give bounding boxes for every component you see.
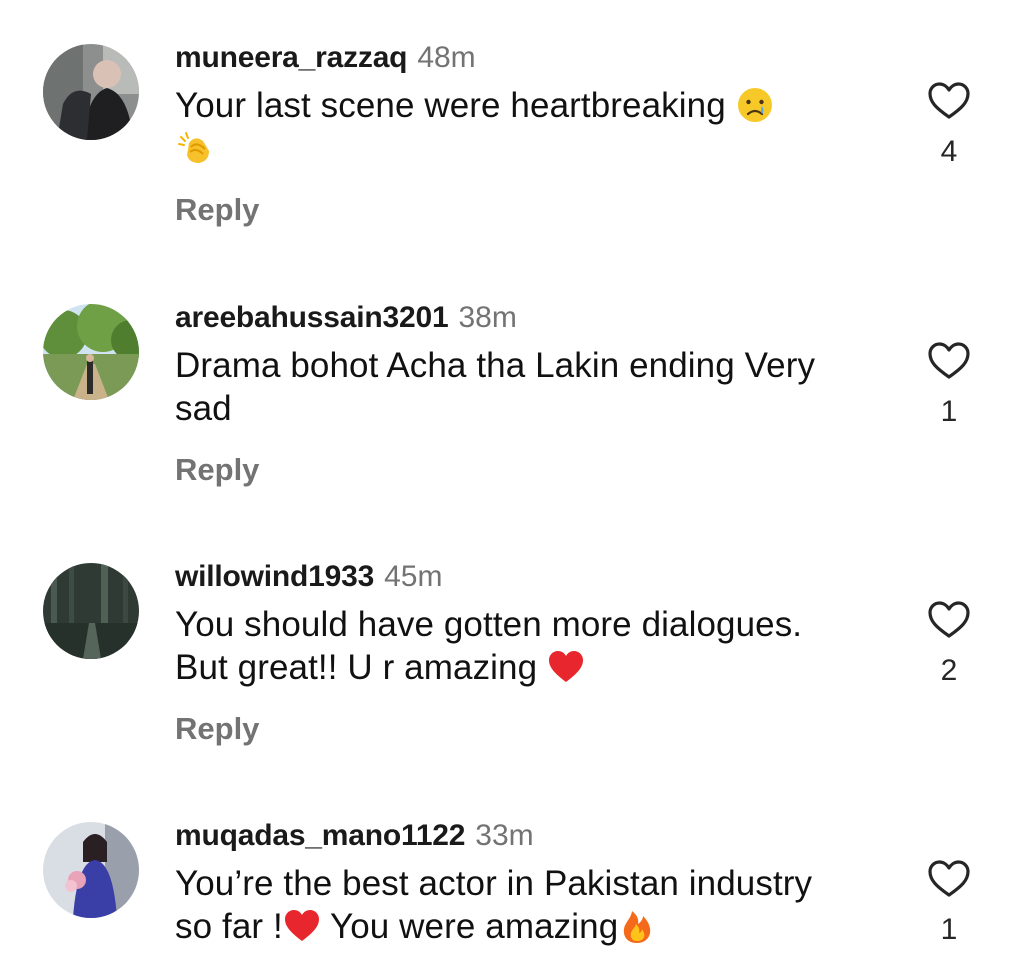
heart-icon[interactable] [926, 338, 972, 384]
like-count: 1 [940, 395, 958, 428]
timestamp: 38m [458, 301, 517, 334]
clapping-hands-emoji [175, 129, 213, 167]
like-count: 4 [940, 135, 958, 168]
like-count: 2 [940, 654, 958, 687]
comment-text: Drama bohot Acha tha Lakin ending Very s… [175, 344, 895, 430]
comment-text: You’re the best actor in Pakistan indust… [175, 862, 895, 948]
timestamp: 33m [475, 819, 534, 852]
comment-text-line: sad [175, 389, 232, 428]
comment-text-line: You should have gotten more dialogues. [175, 605, 803, 644]
comment-header: muneera_razzaq 48m [175, 38, 476, 78]
like-count: 1 [940, 913, 958, 946]
comment-text-line: But great!! U r amazing [175, 648, 548, 687]
fire-emoji [618, 907, 656, 945]
comment-text: Your last scene were heartbreaking [175, 84, 895, 170]
comment-header: areebahussain3201 38m [175, 298, 517, 338]
comment-text-line: Your last scene were heartbreaking [175, 86, 736, 125]
comment-header: willowind1933 45m [175, 557, 442, 597]
avatar[interactable] [43, 563, 139, 659]
comment-header: muqadas_mano1122 33m [175, 816, 534, 856]
heart-icon[interactable] [926, 78, 972, 124]
username[interactable]: areebahussain3201 [175, 301, 449, 334]
comment-text-line: so far ! [175, 907, 283, 946]
heart-icon[interactable] [926, 856, 972, 902]
red-heart-emoji [283, 907, 321, 945]
comment-text-line: You were amazing [320, 907, 619, 946]
reply-button[interactable]: Reply [175, 709, 259, 749]
username[interactable]: muqadas_mano1122 [175, 819, 465, 852]
avatar[interactable] [43, 822, 139, 918]
timestamp: 45m [384, 560, 443, 593]
comment-text-line: Drama bohot Acha tha Lakin ending Very [175, 346, 816, 385]
reply-button[interactable]: Reply [175, 190, 259, 230]
username[interactable]: muneera_razzaq [175, 41, 408, 74]
avatar[interactable] [43, 44, 139, 140]
reply-button[interactable]: Reply [175, 450, 259, 490]
timestamp: 48m [417, 41, 476, 74]
crying-face-emoji [736, 86, 774, 124]
comment-text-line: You’re the best actor in Pakistan indust… [175, 864, 813, 903]
avatar[interactable] [43, 304, 139, 400]
username[interactable]: willowind1933 [175, 560, 374, 593]
heart-icon[interactable] [926, 597, 972, 643]
avatar-image [43, 44, 139, 140]
comment-text: You should have gotten more dialogues. B… [175, 603, 895, 689]
red-heart-emoji [547, 648, 585, 686]
avatar-image [43, 822, 139, 918]
avatar-image [43, 304, 139, 400]
avatar-image [43, 563, 139, 659]
